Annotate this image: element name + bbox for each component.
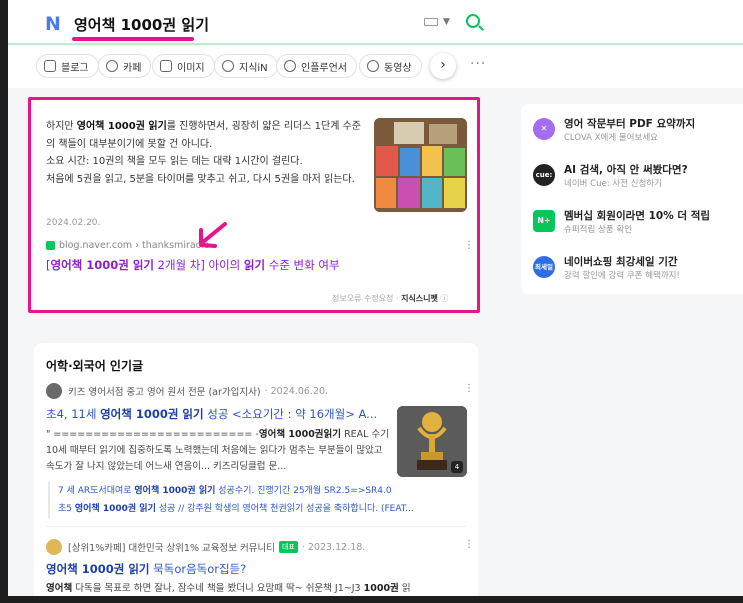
divider <box>46 526 466 527</box>
tabs-next-button[interactable]: › <box>430 53 456 79</box>
post-author[interactable]: [상위1%카페] 대한민국 상위1% 교육정보 커뮤니티 대표 · 2023.1… <box>46 539 365 555</box>
search-header: N 영어책 1000권 읽기 ▼ <box>8 0 743 45</box>
tab-blog[interactable]: 블로그 <box>36 54 99 78</box>
shopping-icon: 최세일 <box>533 256 555 278</box>
pink-underline-annotation <box>72 37 194 41</box>
tab-video[interactable]: 동영상 <box>359 54 422 78</box>
post-title-link[interactable]: 초4, 11세 영어책 1000권 읽기 성공 <소요기간 : 약 16개월> … <box>46 406 391 422</box>
side-item-membership[interactable]: N+ 멤버십 회원이라면 10% 더 적립 슈퍼적립 상품 확인 <box>533 206 743 240</box>
video-icon <box>367 60 379 72</box>
post-author[interactable]: 키즈 영어서점 중고 영어 원서 전문 (ar가입지사) · 2024.06.2… <box>46 383 328 399</box>
chevron-right-icon: › <box>440 57 446 73</box>
side-item-shopping[interactable]: 최세일 네이버쇼핑 최강세일 기간 강력 할인에 강력 쿠폰 혜택까지! <box>533 252 743 286</box>
tab-influencer[interactable]: 인플루언서 <box>276 54 357 78</box>
pink-highlight-annotation <box>28 97 480 313</box>
side-item-clova[interactable]: ✕ 영어 작문부터 PDF 요약까지 CLOVA X에게 물어보세요 <box>533 114 743 148</box>
related-link[interactable]: 초5 영어책 1000권 읽기 성공 // 강주원 학생의 영어책 천권읽기 성… <box>58 500 468 518</box>
cafe-icon <box>106 60 118 72</box>
post-thumbnail[interactable]: 4 <box>397 406 467 477</box>
search-icon[interactable] <box>466 14 480 28</box>
search-tabs: 블로그 카페 이미지 지식iN 인플루언서 동영상 › ··· <box>8 46 743 88</box>
tab-kin[interactable]: 지식iN <box>214 54 278 78</box>
search-query[interactable]: 영어책 1000권 읽기 <box>74 14 209 35</box>
tab-cafe[interactable]: 카페 <box>98 54 152 78</box>
section-heading: 어학·외국어 인기글 <box>46 359 144 373</box>
more-options-icon[interactable]: ⋮ <box>464 383 474 394</box>
header-divider <box>8 43 743 45</box>
more-options-icon[interactable]: ⋮ <box>464 539 474 550</box>
pink-arrow-annotation <box>199 222 227 248</box>
more-icon[interactable]: ··· <box>470 56 486 72</box>
related-links: 7 세 AR도서대여로 영어책 1000권 읽기 성공수기. 진행기간 25개월… <box>48 482 468 518</box>
image-icon <box>160 60 172 72</box>
post-excerpt[interactable]: 영어책 다독을 목표로 하면 잘나, 잠수네 책을 봤더니 요맘때 딱~ 쉬운책… <box>46 581 466 596</box>
influencer-icon <box>284 60 296 72</box>
browser-page: N 영어책 1000권 읽기 ▼ 블로그 카페 이미지 지식iN 인플루언서 동… <box>8 0 743 596</box>
naver-logo[interactable]: N <box>45 13 61 35</box>
kin-icon <box>222 60 234 72</box>
cafe-badge: 대표 <box>278 541 298 553</box>
cue-icon: cue: <box>533 164 555 186</box>
avatar <box>46 383 62 399</box>
chevron-down-icon[interactable]: ▼ <box>443 17 450 27</box>
avatar <box>46 539 62 555</box>
npay-icon: N+ <box>533 210 555 232</box>
post-title-link[interactable]: 영어책 1000권 읽기 묵독or음독or집듣? <box>46 561 466 577</box>
image-count-badge: 4 <box>451 461 463 473</box>
tab-image[interactable]: 이미지 <box>152 54 215 78</box>
post-excerpt[interactable]: " ========================= -영어책 1000권읽기… <box>46 427 391 475</box>
clova-x-icon: ✕ <box>533 118 555 140</box>
side-panel: ✕ 영어 작문부터 PDF 요약까지 CLOVA X에게 물어보세요 cue: … <box>521 104 743 294</box>
side-item-cue[interactable]: cue: AI 검색, 아직 안 써봤다면? 네이버 Cue: 사전 신청하기 <box>533 160 743 194</box>
blog-icon <box>44 60 56 72</box>
popular-posts-card: 어학·외국어 인기글 키즈 영어서점 중고 영어 원서 전문 (ar가입지사) … <box>34 343 478 596</box>
keyboard-icon[interactable] <box>424 18 438 26</box>
related-link[interactable]: 7 세 AR도서대여로 영어책 1000권 읽기 성공수기. 진행기간 25개월… <box>58 482 468 500</box>
